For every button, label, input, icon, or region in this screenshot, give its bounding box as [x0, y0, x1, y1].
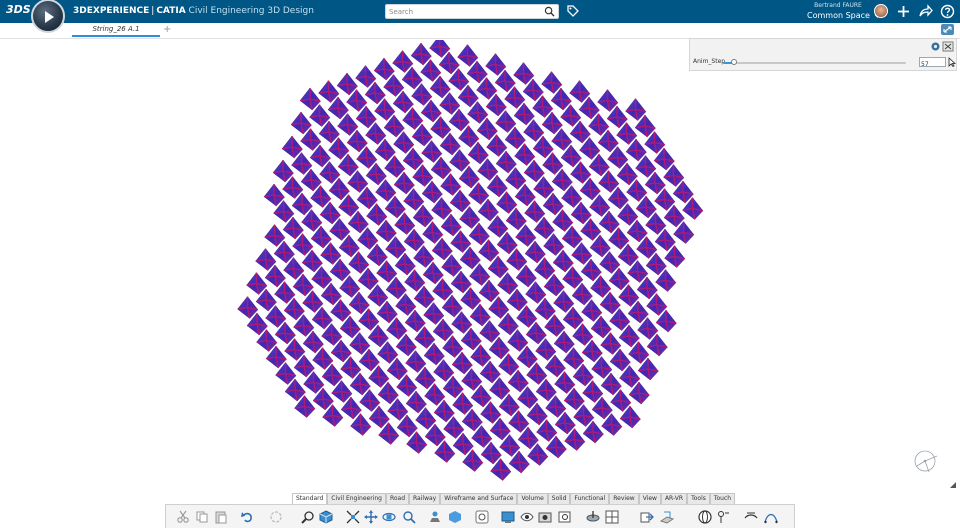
brand-name: 3DEXPERIENCE — [73, 6, 150, 16]
action-tab-civil-engineering[interactable]: Civil Engineering — [327, 493, 386, 504]
action-tab-functional[interactable]: Functional — [570, 493, 610, 504]
collaborative-space-label: Common Space — [807, 11, 870, 20]
3d-compass-icon[interactable] — [909, 446, 941, 476]
add-tab-button[interactable]: + — [163, 23, 171, 36]
3d-viewer[interactable] — [230, 40, 710, 490]
search-box[interactable] — [385, 4, 559, 19]
copy-icon[interactable] — [195, 510, 209, 524]
anim-step-input[interactable] — [920, 60, 946, 69]
expand-arrows-icon — [943, 26, 952, 33]
animation-panel: Anim_Step — [689, 38, 957, 71]
action-tab-view[interactable]: View — [638, 493, 661, 504]
gear-icon[interactable] — [930, 41, 941, 52]
tag-icon[interactable] — [566, 4, 580, 18]
compass-toggle-icon[interactable] — [586, 510, 600, 524]
action-tab-ar-vr[interactable]: AR-VR — [660, 493, 688, 504]
anim-step-field[interactable] — [919, 57, 946, 69]
action-tab-standard[interactable]: Standard — [292, 493, 328, 504]
app-name: Civil Engineering 3D Design — [188, 6, 314, 16]
globe-icon[interactable] — [698, 510, 712, 524]
action-tab-volume[interactable]: Volume — [517, 493, 548, 504]
action-tab-solid[interactable]: Solid — [547, 493, 571, 504]
search-icon[interactable] — [544, 6, 555, 17]
compass-icon[interactable] — [31, 0, 65, 33]
tab-document[interactable]: String_26 A.1 — [72, 23, 160, 37]
search-input[interactable] — [389, 5, 539, 18]
undo-icon[interactable] — [240, 510, 254, 524]
action-tab-review[interactable]: Review — [609, 493, 639, 504]
curve-icon[interactable] — [764, 510, 778, 524]
action-tab-wireframe-and-surface[interactable]: Wireframe and Surface — [440, 493, 518, 504]
action-tab-tools[interactable]: Tools — [687, 493, 710, 504]
expand-icon[interactable] — [941, 24, 954, 35]
cursor-icon — [948, 57, 956, 67]
share-icon[interactable] — [918, 4, 933, 19]
zoom-area-icon[interactable] — [301, 510, 315, 524]
annotation-icon[interactable] — [744, 510, 758, 524]
ds-logo: 3DS — [6, 3, 31, 16]
zoom-icon[interactable] — [402, 510, 416, 524]
fit-all-icon[interactable] — [346, 510, 360, 524]
measure-icon[interactable] — [716, 510, 730, 524]
plus-icon[interactable] — [896, 4, 911, 19]
layout-icon[interactable] — [605, 510, 619, 524]
close-panel-icon[interactable] — [942, 41, 954, 52]
pan-icon[interactable] — [364, 510, 378, 524]
action-tab-touch[interactable]: Touch — [709, 493, 736, 504]
app-title: 3DEXPERIENCE | CATIA Civil Engineering 3D … — [73, 6, 314, 16]
document-tab-row: String_26 A.1 + — [0, 23, 960, 39]
paste-icon[interactable] — [214, 510, 228, 524]
shading-icon[interactable] — [448, 510, 462, 524]
action-tab-railway[interactable]: Railway — [409, 493, 441, 504]
camera-icon[interactable] — [538, 510, 552, 524]
resize-handle-icon[interactable] — [949, 481, 957, 489]
cut-icon[interactable] — [176, 510, 190, 524]
rotate-icon[interactable] — [382, 510, 396, 524]
snapshot-icon[interactable] — [558, 510, 572, 524]
product-name: CATIA — [156, 6, 186, 16]
action-bar — [165, 504, 795, 528]
tessellated-shell-model[interactable] — [237, 40, 704, 481]
normal-view-icon[interactable] — [428, 510, 442, 524]
avatar[interactable] — [874, 4, 888, 18]
action-bar-tabs: Standard Civil Engineering Road Railway Wire… — [292, 493, 736, 504]
export-icon[interactable] — [640, 510, 654, 524]
grid-icon[interactable] — [660, 510, 674, 524]
capture-icon[interactable] — [501, 510, 515, 524]
eye-icon[interactable] — [520, 510, 534, 524]
anim-step-slider[interactable] — [723, 59, 906, 65]
slider-thumb[interactable] — [730, 59, 737, 65]
action-tab-road[interactable]: Road — [385, 493, 410, 504]
help-icon[interactable] — [940, 4, 955, 19]
top-bar: 3DS 3DEXPERIENCE | CATIA Civil Engineering… — [0, 0, 960, 33]
user-name: Bertrand FAURE — [814, 2, 862, 9]
brand-separator: | — [151, 6, 155, 16]
update-icon[interactable] — [269, 510, 283, 524]
hide-show-icon[interactable] — [475, 510, 489, 524]
collaborative-space-selector[interactable]: Common Space — [807, 11, 881, 20]
view-cube-icon[interactable] — [319, 510, 333, 524]
